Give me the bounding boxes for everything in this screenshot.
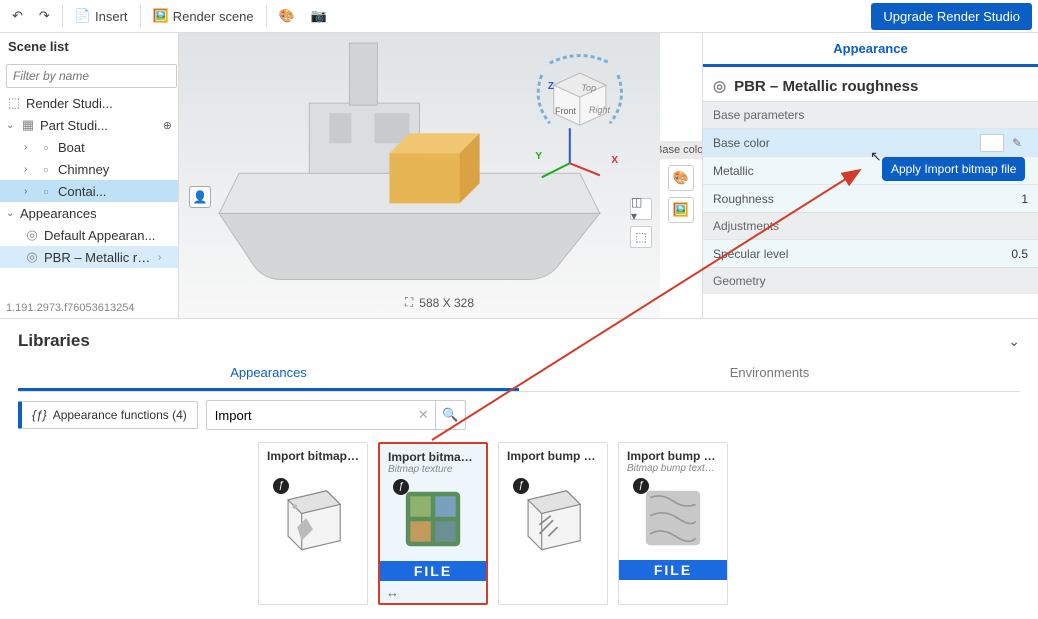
upgrade-button[interactable]: Upgrade Render Studio <box>871 3 1032 30</box>
prop-roughness[interactable]: Roughness 1 <box>703 184 1038 212</box>
libraries-title: Libraries <box>18 331 90 351</box>
libraries-panel: Libraries ⌄ Appearances Environments {ƒ}… <box>0 318 1038 615</box>
render-icon: 🖼️ <box>153 8 169 24</box>
tool-a-button[interactable]: 🎨 <box>273 3 301 29</box>
tree-item-boat[interactable]: › ▫ Boat <box>0 136 178 158</box>
scene-list-header: Scene list <box>0 33 178 60</box>
axis-x-label: X <box>611 155 618 166</box>
cube-right-label[interactable]: Right <box>589 105 610 115</box>
section-base-parameters: Base parameters <box>703 101 1038 128</box>
frame-icon: ⛶ <box>405 295 413 310</box>
appearance-icon: ◎ <box>24 249 40 265</box>
file-badge: FILE <box>380 561 486 581</box>
part-icon: ▫ <box>38 184 54 199</box>
info-button[interactable]: 👤 <box>189 186 211 208</box>
redo-button[interactable]: ↷ <box>33 3 56 29</box>
sidebar: Scene list ☰ ⬚ Render Studi... ⌄ ▦ Part … <box>0 33 179 318</box>
collapse-icon[interactable]: ⌄ <box>1008 333 1020 350</box>
search-icon[interactable]: 🔍 <box>435 401 465 429</box>
cube-front-label[interactable]: Front <box>555 106 576 116</box>
axis-y-label: Y <box>535 151 542 162</box>
prop-specular[interactable]: Specular level 0.5 <box>703 239 1038 267</box>
function-badge-icon: ƒ <box>393 479 409 495</box>
chevron-right-icon: › <box>24 142 34 153</box>
search-input[interactable] <box>207 402 412 429</box>
viewport-dimensions: ⛶ 588 X 328 <box>405 295 474 310</box>
filter-input[interactable] <box>6 64 177 88</box>
tab-appearance[interactable]: Appearance <box>703 33 1038 67</box>
function-badge-icon: ƒ <box>513 478 529 494</box>
version-label: 1.191.2973.f76053613254 <box>0 298 178 318</box>
section-geometry[interactable]: Geometry <box>703 267 1038 294</box>
appearance-functions-filter[interactable]: {ƒ} Appearance functions (4) <box>18 401 198 429</box>
color-swatch[interactable] <box>980 134 1004 152</box>
appearance-icon: ◎ <box>24 227 40 243</box>
card-import-bump-file[interactable]: Import bump m... Bitmap bump texture ƒ F… <box>618 442 728 605</box>
card-import-bump-1[interactable]: Import bump m... ƒ <box>498 442 608 605</box>
toolbar: ↶ ↷ 📄 Insert 🖼️ Render scene 🎨 📷 Upgrade… <box>0 0 1038 33</box>
anchor-icon: ⊕ <box>163 119 172 132</box>
studio-icon: ⬚ <box>6 95 22 111</box>
insert-icon: 📄 <box>75 8 91 24</box>
chevron-right-icon: › <box>24 164 34 175</box>
edit-icon[interactable]: ✎ <box>1012 136 1028 150</box>
tree-item-pbr-metallic[interactable]: ◎ PBR – Metallic ro... › <box>0 246 178 268</box>
insert-label: Insert <box>95 9 128 24</box>
card-import-bitmap-file[interactable]: Import bitmap fi... Bitmap texture ƒ FIL… <box>378 442 488 605</box>
section-adjustments: Adjustments <box>703 212 1038 239</box>
library-search: ✕ 🔍 <box>206 400 466 430</box>
fit-view-button[interactable]: ⬚ <box>630 226 652 248</box>
undo-button[interactable]: ↶ <box>6 3 29 29</box>
tab-appearances[interactable]: Appearances <box>18 357 519 391</box>
tree-item-render-studio[interactable]: ⬚ Render Studi... <box>0 92 178 114</box>
part-icon: ▦ <box>20 117 36 133</box>
axis-z-label: Z <box>548 81 554 92</box>
viewport[interactable]: Top Front Right Z X Y 👤 ◫ ▾ ⬚ ⛶ 588 X 32… <box>179 33 660 318</box>
tree-item-chimney[interactable]: › ▫ Chimney <box>0 158 178 180</box>
card-import-bitmap-1[interactable]: Import bitmap fi... ƒ <box>258 442 368 605</box>
cube-top-label[interactable]: Top <box>581 83 596 93</box>
scene-tree: ⬚ Render Studi... ⌄ ▦ Part Studi... ⊕ › … <box>0 92 178 298</box>
tree-section-appearances[interactable]: ⌄ Appearances <box>0 202 178 224</box>
chevron-right-icon: › <box>158 252 172 263</box>
function-badge-icon: ƒ <box>273 478 289 494</box>
tool-b-button[interactable]: 📷 <box>305 3 333 29</box>
tree-item-part-studio[interactable]: ⌄ ▦ Part Studi... ⊕ <box>0 114 178 136</box>
appearance-icon: ◎ <box>713 77 726 95</box>
chevron-down-icon: ⌄ <box>6 120 16 131</box>
insert-button[interactable]: 📄 Insert <box>69 3 134 29</box>
tree-item-default-appearance[interactable]: ◎ Default Appearan... <box>0 224 178 246</box>
scene-render <box>179 33 660 314</box>
part-icon: ▫ <box>38 162 54 177</box>
texture-palette-icon[interactable]: 🎨 <box>668 165 694 191</box>
part-icon: ▫ <box>38 140 54 155</box>
inspector-icon-col: Base color 🎨 🖼️ <box>660 33 702 318</box>
chevron-right-icon: › <box>24 186 34 197</box>
chevron-down-icon: ⌄ <box>6 208 16 219</box>
tree-item-container[interactable]: › ▫ Contai... <box>0 180 178 202</box>
render-button[interactable]: 🖼️ Render scene <box>147 3 260 29</box>
cursor-icon: ↖ <box>870 148 882 165</box>
drag-icon: ↔ <box>386 585 399 600</box>
view-mode-button[interactable]: ◫ ▾ <box>630 198 652 220</box>
file-badge: FILE <box>619 560 727 580</box>
render-label: Render scene <box>173 9 254 24</box>
texture-image-icon[interactable]: 🖼️ <box>668 197 694 223</box>
tab-environments[interactable]: Environments <box>519 357 1020 391</box>
apply-tooltip: Apply Import bitmap file <box>882 157 1025 181</box>
function-icon: {ƒ} <box>32 408 47 422</box>
library-cards: Import bitmap fi... ƒ Import bitmap fi..… <box>18 438 1020 615</box>
inspector-title: ◎ PBR – Metallic roughness <box>703 67 1038 101</box>
clear-icon[interactable]: ✕ <box>412 407 435 423</box>
function-badge-icon: ƒ <box>633 478 649 494</box>
